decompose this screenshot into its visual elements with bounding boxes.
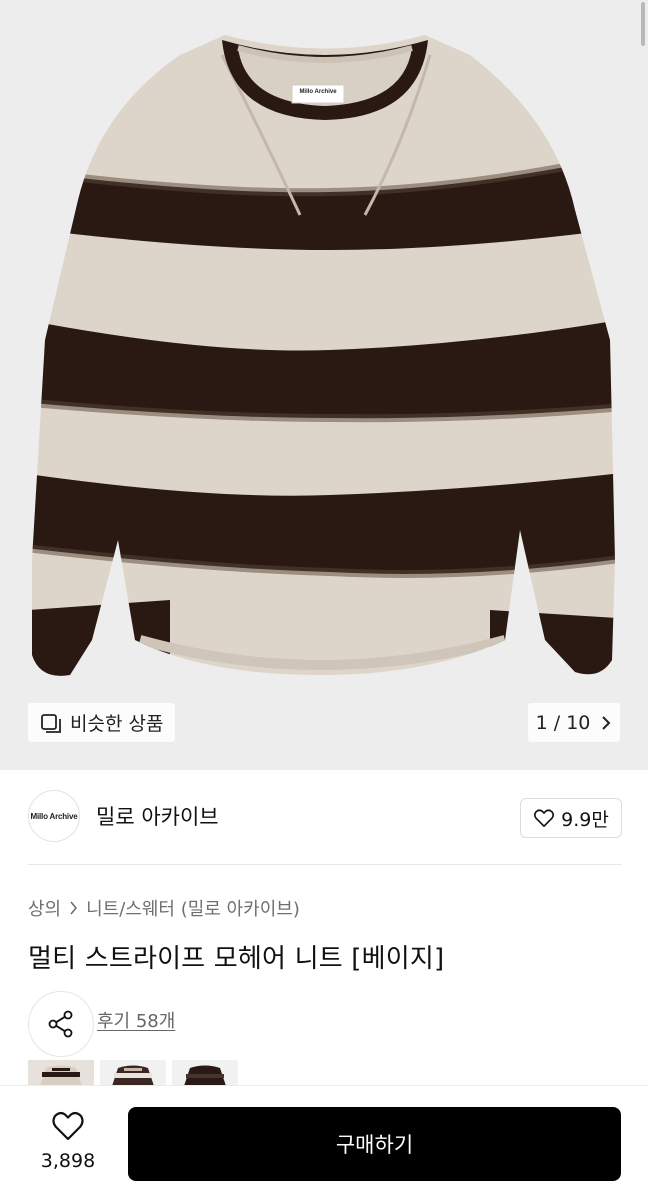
image-counter-text: 1 / 10	[535, 711, 591, 734]
similar-items-icon	[41, 713, 61, 733]
breadcrumb-category[interactable]: 상의	[28, 895, 61, 921]
label-tag-text: Millo Archive	[299, 89, 337, 95]
heart-outline-icon	[534, 809, 555, 827]
shop-avatar-text: Millo Archive	[30, 811, 78, 821]
buy-button[interactable]: 구매하기	[128, 1107, 621, 1181]
shop-row: Millo Archive 밀로 아카이브 9.9만	[28, 790, 622, 842]
similar-items-label: 비슷한 상품	[70, 713, 164, 735]
wishlist-button[interactable]: 3,898	[28, 1110, 108, 1182]
divider	[28, 864, 622, 865]
similar-items-button[interactable]: 비슷한 상품	[28, 703, 176, 742]
image-counter[interactable]: 1 / 10	[528, 703, 620, 742]
scrollbar[interactable]	[641, 2, 645, 46]
shop-like-count: 9.9만	[561, 808, 609, 831]
color-option-beige[interactable]	[28, 1060, 94, 1086]
product-title: 멀티 스트라이프 모헤어 니트 [베이지]	[28, 944, 445, 974]
share-icon	[48, 1010, 73, 1038]
thumb-image	[28, 1060, 94, 1086]
product-image[interactable]: Millo Archive 비슷한 상품 1 / 10	[0, 0, 648, 770]
chevron-right-icon	[70, 901, 78, 915]
review-link[interactable]: 후기 58개	[97, 1007, 175, 1033]
thumb-image	[172, 1060, 238, 1086]
breadcrumb: 상의 니트/스웨터 (밀로 아카이브)	[28, 895, 300, 921]
color-option-dark[interactable]	[172, 1060, 238, 1086]
breadcrumb-subcategory[interactable]: 니트/스웨터 (밀로 아카이브)	[86, 895, 300, 921]
sweater-image	[32, 35, 615, 676]
heart-outline-icon	[52, 1111, 84, 1141]
color-options	[28, 1060, 238, 1086]
thumb-image	[100, 1060, 166, 1086]
chevron-right-icon	[602, 715, 611, 730]
shop-avatar[interactable]: Millo Archive	[28, 790, 80, 842]
wishlist-count: 3,898	[40, 1150, 96, 1172]
bottom-action-bar: 3,898 구매하기	[0, 1085, 648, 1200]
shop-like-button[interactable]: 9.9만	[520, 798, 622, 838]
color-option-brown-white[interactable]	[100, 1060, 166, 1086]
shop-name[interactable]: 밀로 아카이브	[96, 801, 219, 831]
share-button[interactable]	[28, 991, 94, 1057]
